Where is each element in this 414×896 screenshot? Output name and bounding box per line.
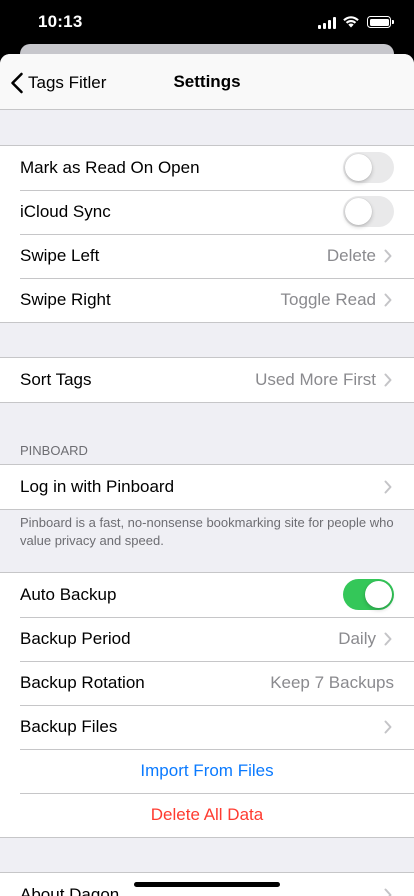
chevron-right-icon bbox=[384, 632, 392, 646]
pinboard-section-header: PINBOARD bbox=[20, 443, 88, 458]
chevron-right-icon bbox=[384, 293, 392, 307]
chevron-right-icon bbox=[384, 373, 392, 387]
sort-tags-row[interactable]: Sort Tags Used More First bbox=[0, 358, 414, 402]
icloud-sync-row: iCloud Sync bbox=[0, 190, 414, 234]
delete-all-data-button[interactable]: Delete All Data bbox=[0, 793, 414, 837]
mark-as-read-toggle[interactable] bbox=[343, 152, 394, 183]
sort-tags-value: Used More First bbox=[255, 370, 376, 389]
backup-rotation-row[interactable]: Backup Rotation Keep 7 Backups bbox=[0, 661, 414, 705]
status-time: 10:13 bbox=[38, 12, 83, 31]
import-from-files-label: Import From Files bbox=[140, 761, 274, 780]
backup-section: Auto Backup Backup Period Daily Backup R… bbox=[0, 572, 414, 838]
pinboard-section-footer: Pinboard is a fast, no-nonsense bookmark… bbox=[20, 515, 394, 548]
auto-backup-toggle[interactable] bbox=[343, 579, 394, 610]
chevron-right-icon bbox=[384, 888, 392, 896]
backup-rotation-label: Backup Rotation bbox=[20, 673, 145, 692]
auto-backup-row: Auto Backup bbox=[0, 573, 414, 617]
sort-tags-label: Sort Tags bbox=[20, 370, 92, 389]
about-label: About Dagon bbox=[20, 885, 120, 896]
chevron-right-icon bbox=[384, 720, 392, 734]
mark-as-read-label: Mark as Read On Open bbox=[20, 158, 200, 177]
settings-sheet: Tags Fitler Settings Mark as Read On Ope… bbox=[0, 54, 414, 896]
mark-as-read-row: Mark as Read On Open bbox=[0, 146, 414, 190]
status-bar: 10:13 bbox=[0, 0, 414, 44]
pinboard-section: Log in with Pinboard bbox=[0, 464, 414, 510]
import-from-files-button[interactable]: Import From Files bbox=[0, 749, 414, 793]
swipe-left-value: Delete bbox=[326, 246, 376, 265]
reading-section: Mark as Read On Open iCloud Sync Swipe L… bbox=[0, 145, 414, 323]
backup-rotation-value: Keep 7 Backups bbox=[270, 673, 394, 692]
swipe-left-label: Swipe Left bbox=[20, 246, 100, 265]
backup-files-row[interactable]: Backup Files bbox=[0, 705, 414, 749]
cellular-signal-icon bbox=[318, 17, 337, 29]
page-title: Settings bbox=[173, 72, 241, 91]
wifi-icon bbox=[343, 16, 359, 28]
swipe-left-row[interactable]: Swipe Left Delete bbox=[0, 234, 414, 278]
chevron-right-icon bbox=[384, 480, 392, 494]
swipe-right-label: Swipe Right bbox=[20, 290, 111, 309]
sorting-section: Sort Tags Used More First bbox=[0, 357, 414, 403]
backup-period-label: Backup Period bbox=[20, 629, 131, 648]
icloud-sync-label: iCloud Sync bbox=[20, 202, 111, 221]
backup-period-row[interactable]: Backup Period Daily bbox=[0, 617, 414, 661]
navigation-bar: Tags Fitler Settings bbox=[0, 54, 414, 110]
swipe-right-value: Toggle Read bbox=[280, 290, 376, 309]
delete-all-data-label: Delete All Data bbox=[150, 805, 264, 824]
auto-backup-label: Auto Backup bbox=[20, 585, 117, 604]
backup-period-value: Daily bbox=[338, 629, 376, 648]
toggle-knob bbox=[345, 198, 372, 225]
icloud-sync-toggle[interactable] bbox=[343, 196, 394, 227]
chevron-right-icon bbox=[384, 249, 392, 263]
toggle-knob bbox=[345, 154, 372, 181]
pinboard-login-label: Log in with Pinboard bbox=[20, 477, 175, 496]
toggle-knob bbox=[365, 581, 392, 608]
battery-icon bbox=[367, 16, 394, 28]
swipe-right-row[interactable]: Swipe Right Toggle Read bbox=[0, 278, 414, 322]
backup-files-label: Backup Files bbox=[20, 717, 118, 736]
home-indicator[interactable] bbox=[134, 882, 280, 887]
pinboard-login-row[interactable]: Log in with Pinboard bbox=[0, 465, 414, 509]
